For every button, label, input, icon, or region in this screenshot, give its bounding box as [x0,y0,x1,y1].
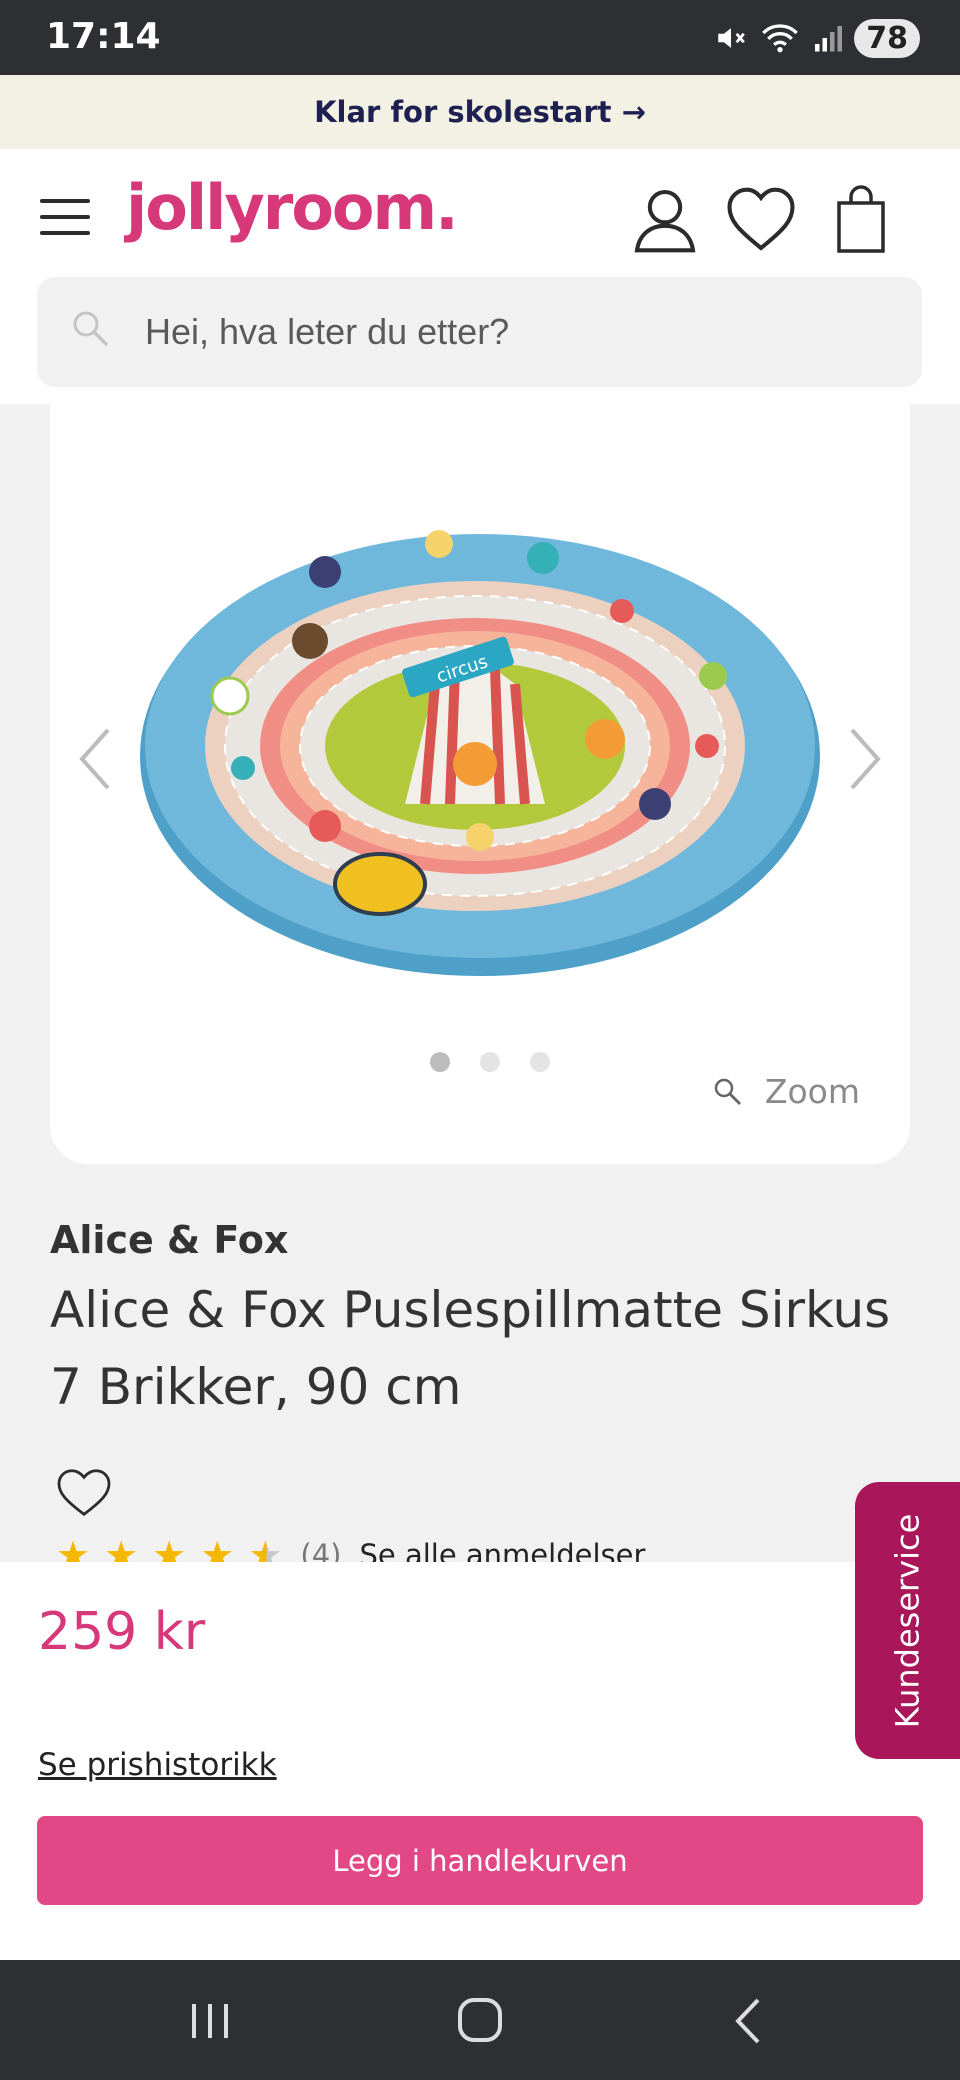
account-icon[interactable] [630,185,700,255]
promo-banner[interactable]: Klar for skolestart → [0,75,960,149]
battery-level: 78 [854,18,920,58]
back-icon[interactable] [720,1996,780,2046]
search-bar[interactable] [37,277,922,387]
pagination-dot[interactable] [530,1052,550,1072]
customer-service-tab[interactable]: Kundeservice [855,1482,960,1759]
product-brand[interactable]: Alice & Fox [50,1218,288,1262]
heart-icon[interactable] [56,1468,112,1518]
purchase-panel: 259 kr Se prishistorikk Legg i handlekur… [0,1562,960,1960]
recent-apps-icon[interactable] [180,1996,240,2046]
product-gallery[interactable]: circus Zoom [50,404,910,1164]
menu-icon[interactable] [40,199,90,235]
customer-service-label: Kundeservice [888,1513,927,1728]
pagination-dot[interactable] [480,1052,500,1072]
chevron-right-icon[interactable] [846,724,886,794]
home-icon[interactable] [450,1996,510,2046]
status-icons: 78 [714,16,920,60]
zoom-icon [714,1078,741,1105]
signal-icon [815,26,843,52]
system-nav-bar [0,1960,960,2080]
search-input[interactable] [143,302,883,362]
gallery-pagination [430,1052,550,1072]
wifi-icon [762,24,799,53]
site-header: jollyroom. [0,149,960,404]
cart-icon[interactable] [826,185,896,255]
status-time: 17:14 [46,16,161,57]
mute-icon [718,28,746,48]
product-image: circus [140,530,820,976]
add-to-cart-button[interactable]: Legg i handlekurven [37,1816,923,1905]
search-icon [73,311,109,347]
pagination-dot[interactable] [430,1052,450,1072]
zoom-button[interactable]: Zoom [713,1072,860,1111]
product-price: 259 kr [38,1602,206,1662]
price-history-link[interactable]: Se prishistorikk [38,1747,277,1783]
status-bar: 17:14 78 [0,0,960,75]
jollyroom-logo[interactable]: jollyroom. [126,171,459,244]
product-title: Alice & Fox Puslespillmatte Sirkus 7 Bri… [50,1281,891,1416]
wishlist-icon[interactable] [726,185,796,255]
chevron-left-icon[interactable] [74,724,114,794]
zoom-label: Zoom [764,1072,860,1111]
promo-link[interactable]: Klar for skolestart → [314,95,646,129]
